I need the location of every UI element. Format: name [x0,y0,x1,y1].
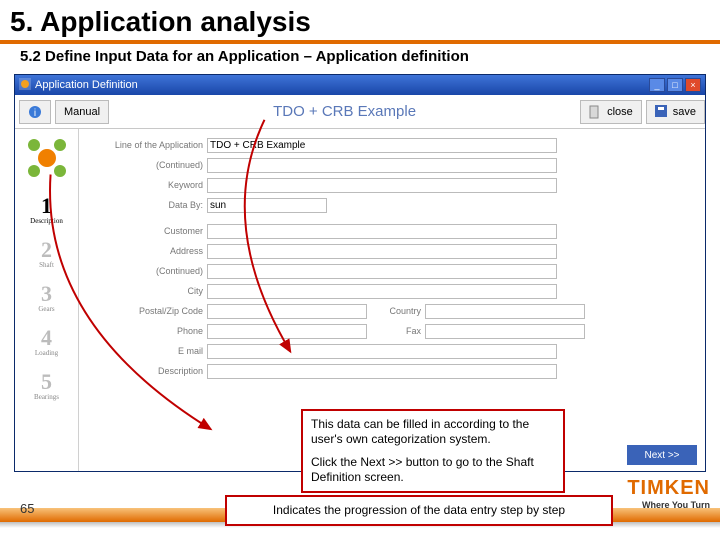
toolbar: i Manual TDO + CRB Example close save [15,95,705,129]
manual-button[interactable]: Manual [55,100,109,124]
country-input[interactable] [425,304,585,319]
email-input[interactable] [207,344,557,359]
title-divider [0,40,720,44]
minimize-button[interactable]: _ [649,78,665,92]
next-button[interactable]: Next >> [627,445,697,465]
close-button[interactable]: close [580,100,642,124]
window-close-button[interactable]: × [685,78,701,92]
brand-logo: TIMKEN [627,477,710,500]
document-title: TDO + CRB Example [109,103,580,120]
wizard-steps: 1Description 2Shaft 3Gears 4Loading 5Bea… [15,129,79,471]
window-title: Application Definition [35,79,138,91]
page-title: 5. Application analysis [0,0,720,38]
step-4[interactable]: 4Loading [15,319,78,363]
postal-input[interactable] [207,304,367,319]
step-1[interactable]: 1Description [15,187,78,231]
disk-icon [655,105,669,119]
city-input[interactable] [207,284,557,299]
door-icon [589,105,603,119]
line-of-app-input[interactable] [207,138,557,153]
field-label: Data By: [87,200,203,210]
keyword-input[interactable] [207,178,557,193]
address2-input[interactable] [207,264,557,279]
address-input[interactable] [207,244,557,259]
field-label: Address [87,246,203,256]
field-label: City [87,286,203,296]
continued-input[interactable] [207,158,557,173]
field-label: E mail [87,346,203,356]
field-label: Line of the Application [87,140,203,150]
section-subtitle: 5.2 Define Input Data for an Application… [0,48,720,71]
description-input[interactable] [207,364,557,379]
phone-input[interactable] [207,324,367,339]
field-label: Customer [87,226,203,236]
maximize-button[interactable]: □ [667,78,683,92]
step-2[interactable]: 2Shaft [15,231,78,275]
data-by-input[interactable] [207,198,327,213]
callout-progression: Indicates the progression of the data en… [225,495,613,526]
field-label: Fax [371,326,421,336]
app-window: Application Definition _ □ × i Manual TD… [14,74,706,472]
field-label: Keyword [87,180,203,190]
field-label: Postal/Zip Code [87,306,203,316]
customer-input[interactable] [207,224,557,239]
field-label: Phone [87,326,203,336]
info-icon: i [28,105,42,119]
wizard-icon [15,129,78,187]
field-label: (Continued) [87,160,203,170]
app-icon [19,78,31,93]
step-3[interactable]: 3Gears [15,275,78,319]
brand-tagline: Where You Turn [627,500,710,510]
field-label: Description [87,366,203,376]
callout-categorization: This data can be filled in according to … [301,409,565,493]
save-button[interactable]: save [646,100,705,124]
fax-input[interactable] [425,324,585,339]
svg-text:i: i [34,108,36,119]
field-label: Country [371,306,421,316]
field-label: (Continued) [87,266,203,276]
info-button[interactable]: i [19,100,51,124]
step-5[interactable]: 5Bearings [15,363,78,407]
